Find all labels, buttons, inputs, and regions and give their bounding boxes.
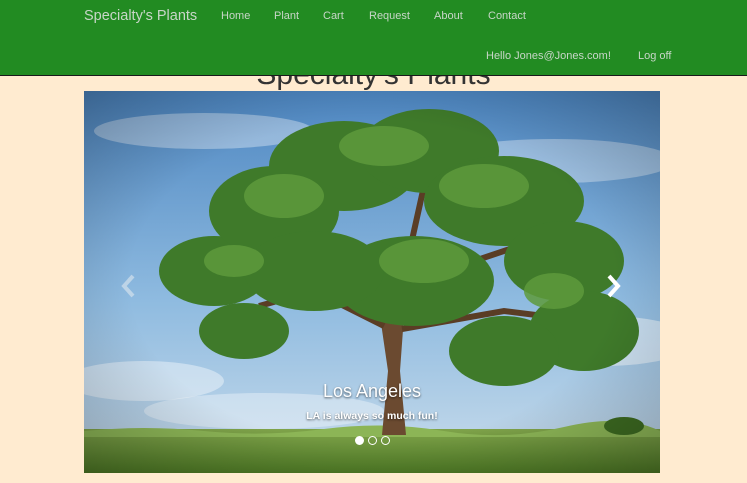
chevron-left-icon xyxy=(121,274,135,298)
nav-link-about[interactable]: About xyxy=(434,10,463,22)
carousel-prev-button[interactable] xyxy=(118,271,138,301)
nav-link-plant[interactable]: Plant xyxy=(274,10,299,22)
carousel-next-button[interactable] xyxy=(604,271,624,301)
brand-link[interactable]: Specialty's Plants xyxy=(84,8,197,24)
carousel-indicator-3[interactable] xyxy=(380,436,390,445)
carousel-caption-text: LA is always so much fun! xyxy=(306,410,438,422)
user-greeting-link[interactable]: Hello Jones@Jones.com! xyxy=(486,50,611,62)
carousel-indicator-2[interactable] xyxy=(367,436,377,445)
chevron-right-icon xyxy=(607,274,621,298)
nav-link-home[interactable]: Home xyxy=(221,10,250,22)
nav-link-cart[interactable]: Cart xyxy=(323,10,344,22)
nav-link-request[interactable]: Request xyxy=(369,10,410,22)
navbar: Specialty's Plants Home Plant Cart Reque… xyxy=(0,0,747,76)
image-carousel: Los Angeles LA is always so much fun! xyxy=(84,91,660,473)
logoff-link[interactable]: Log off xyxy=(638,50,671,62)
carousel-indicator-1[interactable] xyxy=(354,436,364,445)
carousel-indicators xyxy=(84,436,660,445)
nav-link-contact[interactable]: Contact xyxy=(488,10,526,22)
carousel-caption-title: Los Angeles xyxy=(322,381,422,401)
